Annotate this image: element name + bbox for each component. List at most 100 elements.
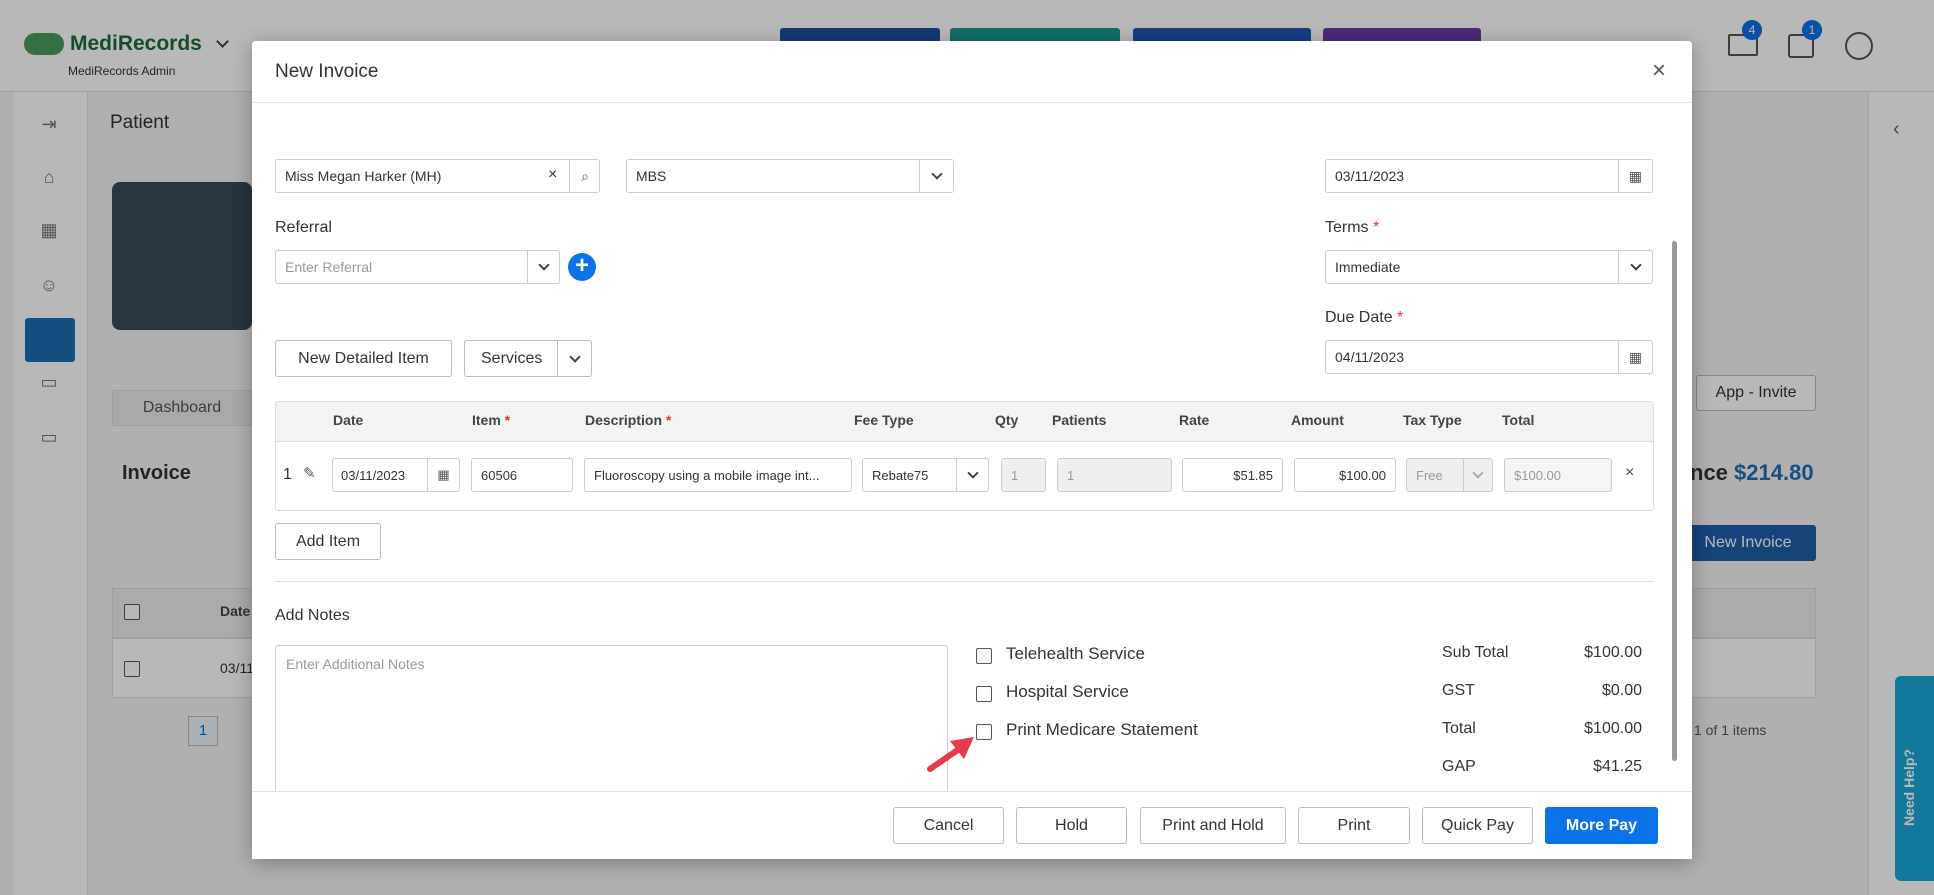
required-marker: * — [1373, 219, 1380, 236]
col-patients: Patients — [1052, 412, 1107, 428]
due-date-value: 04/11/2023 — [1335, 349, 1405, 365]
quick-pay-button[interactable]: Quick Pay — [1422, 807, 1533, 844]
terms-label-text: Terms — [1325, 219, 1369, 236]
col-item: Item * — [472, 412, 510, 428]
print-button[interactable]: Print — [1298, 807, 1410, 844]
hospital-service-label: Hospital Service — [1006, 682, 1129, 701]
qty-value: 1 — [1011, 467, 1019, 483]
col-fee-type: Fee Type — [854, 412, 914, 428]
telehealth-checkbox[interactable] — [976, 648, 992, 664]
patient-field[interactable]: Miss Megan Harker (MH) × ⌕ — [275, 159, 600, 193]
col-tax-type: Tax Type — [1403, 412, 1462, 428]
col-description: Description * — [585, 412, 671, 428]
chevron-down-icon — [557, 341, 591, 376]
amount-value: $100.00 — [1339, 467, 1386, 483]
total-value: $100.00 — [1514, 467, 1561, 483]
row-date-value: 03/11/2023 — [341, 467, 406, 483]
invoice-date-value: 03/11/2023 — [1335, 168, 1405, 184]
qty-input: 1 — [1001, 458, 1046, 492]
table-row: 1 ✎ 03/11/2023 ▦ 60506 Fluoroscopy using… — [276, 442, 1653, 510]
divider — [275, 581, 1654, 582]
rate-value: $51.85 — [1233, 467, 1273, 483]
row-date-field[interactable]: 03/11/2023 ▦ — [332, 458, 460, 492]
chevron-down-icon — [527, 251, 559, 283]
gap-label: GAP — [1442, 758, 1476, 775]
notes-textarea[interactable]: Enter Additional Notes — [275, 645, 948, 791]
new-detailed-item-button[interactable]: New Detailed Item — [275, 340, 452, 377]
print-medicare-label: Print Medicare Statement — [1006, 720, 1198, 739]
invoice-items-table: Date Item * Description * Fee Type Qty P… — [275, 401, 1654, 511]
fee-type-value: Rebate75 — [872, 467, 929, 483]
referral-placeholder: Enter Referral — [285, 259, 373, 275]
referral-label: Referral — [275, 219, 332, 236]
required-marker: * — [504, 412, 511, 428]
cancel-button[interactable]: Cancel — [893, 807, 1004, 844]
hold-button[interactable]: Hold — [1016, 807, 1127, 844]
row-index: 1 — [283, 466, 292, 483]
fee-type-select[interactable]: Rebate75 — [862, 458, 989, 492]
services-label: Services — [481, 349, 543, 367]
col-description-text: Description — [585, 412, 663, 428]
telehealth-label: Telehealth Service — [1006, 644, 1145, 663]
clear-icon[interactable]: × — [548, 166, 557, 184]
col-total: Total — [1502, 412, 1535, 428]
col-qty: Qty — [995, 412, 1019, 428]
gst-value: $0.00 — [1601, 682, 1642, 699]
items-table-header: Date Item * Description * Fee Type Qty P… — [276, 402, 1653, 442]
terms-select[interactable]: Immediate — [1325, 250, 1653, 284]
referral-select[interactable]: Enter Referral — [275, 250, 560, 284]
scrollbar[interactable] — [1672, 241, 1677, 761]
services-dropdown[interactable]: Services — [464, 340, 592, 377]
description-value: Fluoroscopy using a mobile image int... — [594, 467, 820, 483]
terms-value: Immediate — [1335, 259, 1401, 275]
dialog-title: New Invoice — [275, 61, 379, 82]
item-number-input[interactable]: 60506 — [471, 458, 573, 492]
patients-input: 1 — [1057, 458, 1172, 492]
calendar-icon[interactable]: ▦ — [427, 459, 459, 491]
required-marker: * — [1397, 309, 1404, 326]
remove-row-icon[interactable]: × — [1625, 464, 1634, 482]
annotation-arrow-icon — [927, 737, 974, 772]
add-notes-label: Add Notes — [275, 607, 350, 624]
tax-type-value: Free — [1416, 467, 1443, 483]
hospital-service-checkbox[interactable] — [976, 686, 992, 702]
calendar-icon[interactable]: ▦ — [1618, 160, 1652, 192]
col-rate: Rate — [1179, 412, 1210, 428]
required-marker: * — [665, 412, 672, 428]
gap-value: $41.25 — [1593, 758, 1642, 775]
chevron-down-icon — [1618, 251, 1652, 283]
amount-input[interactable]: $100.00 — [1294, 458, 1396, 492]
col-date: Date — [333, 412, 364, 428]
total-value: $100.00 — [1584, 720, 1642, 737]
chevron-down-icon — [1463, 459, 1492, 491]
total-label: Total — [1442, 720, 1476, 737]
item-number-value: 60506 — [481, 467, 518, 483]
print-and-hold-button[interactable]: Print and Hold — [1140, 807, 1286, 844]
search-icon[interactable]: ⌕ — [569, 160, 600, 192]
calendar-icon[interactable]: ▦ — [1618, 341, 1652, 373]
rate-input[interactable]: $51.85 — [1182, 458, 1283, 492]
add-item-button[interactable]: Add Item — [275, 523, 381, 560]
invoice-date-field[interactable]: 03/11/2023 ▦ — [1325, 159, 1653, 193]
chevron-down-icon — [956, 459, 988, 491]
gst-label: GST — [1442, 682, 1475, 699]
tax-type-select: Free — [1406, 458, 1493, 492]
col-item-text: Item — [472, 412, 501, 428]
chevron-down-icon — [919, 160, 953, 192]
dialog-header: New Invoice × — [252, 41, 1692, 103]
due-date-label-text: Due Date — [1325, 309, 1393, 326]
billing-type-value: MBS — [636, 168, 667, 184]
dialog-body: Miss Megan Harker (MH) × ⌕ MBS 03/11/202… — [252, 103, 1692, 791]
billing-type-select[interactable]: MBS — [626, 159, 954, 193]
edit-pencil-icon[interactable]: ✎ — [303, 464, 316, 482]
col-amount: Amount — [1291, 412, 1344, 428]
due-date-field[interactable]: 04/11/2023 ▦ — [1325, 340, 1653, 374]
subtotal-value: $100.00 — [1584, 644, 1642, 661]
description-input[interactable]: Fluoroscopy using a mobile image int... — [584, 458, 852, 492]
add-referral-button[interactable]: + — [568, 253, 596, 281]
total-input: $100.00 — [1504, 458, 1612, 492]
subtotal-label: Sub Total — [1442, 644, 1509, 661]
close-icon[interactable]: × — [1652, 57, 1666, 85]
more-pay-button[interactable]: More Pay — [1545, 807, 1658, 844]
patient-value: Miss Megan Harker (MH) — [285, 168, 442, 184]
